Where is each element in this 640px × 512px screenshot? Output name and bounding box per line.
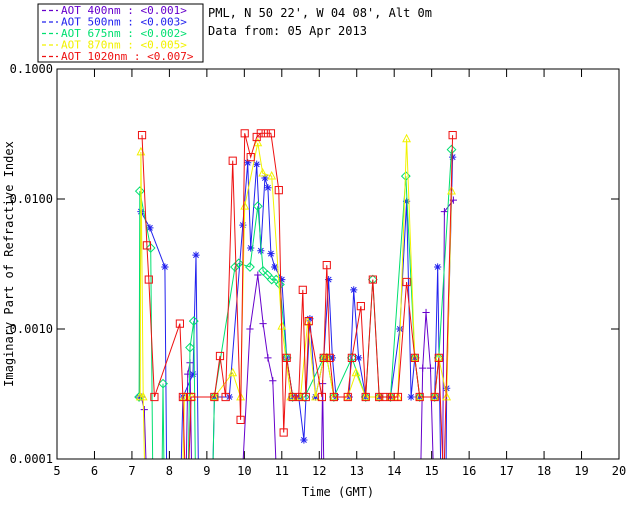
series-line-400nm: [140, 199, 454, 459]
x-tick-label: 14: [387, 464, 401, 478]
legend-item-1020nm: AOT 1020nm : <0.007>: [42, 50, 194, 63]
y-axis-title: Imaginary Part of Refractive Index: [2, 141, 16, 387]
x-tick-label: 12: [312, 464, 326, 478]
x-tick-label: 15: [424, 464, 438, 478]
x-tick-label: 10: [237, 464, 251, 478]
series-layer: [134, 129, 457, 459]
series-675nm: [134, 144, 457, 459]
x-tick-label: 6: [91, 464, 98, 478]
series-markers-675nm: [134, 144, 457, 402]
y-tick-label: 0.0100: [10, 192, 53, 206]
y-tick-label: 0.0010: [10, 322, 53, 336]
x-tick-label: 9: [203, 464, 210, 478]
legend: AOT 400nm : <0.001>AOT 500nm : <0.003>AO…: [37, 3, 204, 63]
chart-canvas: 5 6 7 8 9 10 11 12 13 14 15 16 17 18 19 20 0.0001 0.0010 0…: [2, 3, 626, 499]
x-tick-label: 16: [462, 464, 476, 478]
y-tick-label: 0.0001: [10, 452, 53, 466]
series-markers-870nm: [135, 133, 456, 401]
x-tick-label: 7: [128, 464, 135, 478]
legend-label: AOT 1020nm : <0.007>: [61, 50, 194, 63]
chart-generated-content: 5 6 7 8 9 10 11 12 13 14 15 16 17 18 19 20 0.0001 0.0010 0…: [10, 3, 626, 478]
x-axis-title: Time (GMT): [302, 485, 374, 499]
aeronet-refractive-index-figure: 5 6 7 8 9 10 11 12 13 14 15 16 17 18 19 20 0.0001 0.0010 0…: [0, 0, 640, 512]
x-tick-label: 20: [612, 464, 626, 478]
x-tick-label: 8: [166, 464, 173, 478]
x-tick-label: 5: [53, 464, 60, 478]
x-tick-label: 19: [574, 464, 588, 478]
x-tick-label: 18: [537, 464, 551, 478]
x-tick-label: 11: [275, 464, 289, 478]
x-tick-label: 17: [499, 464, 513, 478]
x-tick-label: 13: [350, 464, 364, 478]
y-tick-label: 0.1000: [10, 62, 53, 76]
date-info-text: Data from: 05 Apr 2013: [208, 24, 367, 38]
site-info-text: PML, N 50 22', W 04 08', Alt 0m: [208, 6, 432, 20]
